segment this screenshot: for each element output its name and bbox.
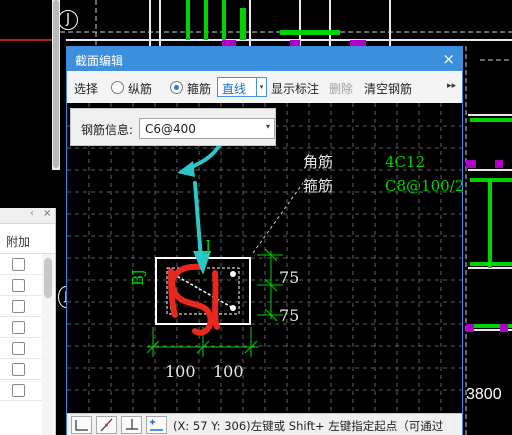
dialog-titlebar[interactable]: 截面编辑 × xyxy=(67,47,462,71)
table-row xyxy=(0,296,42,317)
select-button[interactable]: 选择 xyxy=(74,80,98,97)
dimension-bottom-right: 100 xyxy=(213,362,244,381)
rebar-info-label: 钢筋信息: xyxy=(81,123,134,137)
table-row xyxy=(0,338,42,359)
side-panel-scrollbar-thumb[interactable] xyxy=(44,258,52,298)
corner-rebar-value: 4C12 xyxy=(385,153,425,171)
section-drawing[interactable]: 角筋 4C12 箍筋 C8@100/2 J BJ 75 75 100 100 xyxy=(67,103,462,413)
dimension-bottom-left: 100 xyxy=(165,362,196,381)
close-icon[interactable]: × xyxy=(442,50,455,68)
background-dimension-text: 3800 xyxy=(466,386,502,403)
table-row xyxy=(0,317,42,338)
column-header-attach: 附加 xyxy=(6,235,31,249)
snap-mode-icon[interactable] xyxy=(121,416,142,434)
table-row xyxy=(0,359,42,380)
attach-checkbox[interactable] xyxy=(12,384,25,397)
attach-checkbox[interactable] xyxy=(12,279,25,292)
close-icon[interactable]: × xyxy=(43,208,51,219)
rebar-info-value[interactable]: C6@400 xyxy=(145,122,196,136)
rebar-info-dropdown[interactable]: C6@400 ▾ xyxy=(139,118,275,139)
chevron-down-icon[interactable]: ▾ xyxy=(266,122,270,131)
section-editor-dialog: 截面编辑 × 选择 纵筋 箍筋 直线 ▾ 显示标注 删除 清空钢筋 ▸▸ 角筋 … xyxy=(66,46,463,435)
dimension-right-bottom: 75 xyxy=(279,306,299,325)
corner-rebar xyxy=(230,271,236,277)
stirrup-radio-label[interactable]: 箍筋 xyxy=(187,80,211,97)
side-panel-column-header: 附加 xyxy=(0,224,55,254)
dynamic-input-icon[interactable] xyxy=(146,416,167,434)
cyan-arrow-annotations xyxy=(177,131,229,275)
stirrup-label: 箍筋 xyxy=(303,177,333,195)
screen: J J 3800 ‹ × 附加 截面编辑 × xyxy=(0,0,512,435)
attach-checkbox[interactable] xyxy=(12,342,25,355)
status-prompt-text: (X: 57 Y: 306)左键或 Shift+ 左键指定起点（可通过 xyxy=(173,419,444,433)
axis-label-j: J xyxy=(203,237,211,255)
line-mode-value: 直线 xyxy=(222,82,247,96)
dialog-statusbar: (X: 57 Y: 306)左键或 Shift+ 左键指定起点（可通过 xyxy=(67,413,462,435)
chevron-down-icon[interactable]: ▾ xyxy=(256,78,266,96)
left-scrollbar[interactable] xyxy=(52,0,60,170)
stirrup-value: C8@100/2 xyxy=(385,177,462,195)
delete-button[interactable]: 删除 xyxy=(329,80,353,97)
ortho-mode-icon[interactable] xyxy=(71,416,92,434)
longitudinal-radio[interactable] xyxy=(111,81,124,94)
table-row xyxy=(0,380,42,401)
dialog-title: 截面编辑 xyxy=(75,54,124,68)
line-mode-dropdown[interactable]: 直线 ▾ xyxy=(217,77,267,97)
show-annotation-button[interactable]: 显示标注 xyxy=(271,80,319,97)
corner-rebar-label: 角筋 xyxy=(303,153,333,171)
axis-label-bj: BJ xyxy=(129,269,147,286)
longitudinal-radio-label[interactable]: 纵筋 xyxy=(128,80,152,97)
pin-icon[interactable]: ‹ xyxy=(30,208,34,219)
stirrup-radio[interactable] xyxy=(170,81,183,94)
section-drawing-canvas[interactable]: 角筋 4C12 箍筋 C8@100/2 J BJ 75 75 100 100 钢… xyxy=(67,103,462,413)
attach-checkbox[interactable] xyxy=(12,300,25,313)
table-row xyxy=(0,254,42,275)
dialog-toolbar: 选择 纵筋 箍筋 直线 ▾ 显示标注 删除 清空钢筋 ▸▸ xyxy=(67,71,462,103)
side-panel-scrollbar[interactable] xyxy=(42,254,54,435)
polar-track-icon[interactable] xyxy=(96,416,117,434)
attach-checkbox[interactable] xyxy=(12,321,25,334)
table-row xyxy=(0,275,42,296)
clear-rebar-button[interactable]: 清空钢筋 xyxy=(364,80,412,97)
attach-checkbox[interactable] xyxy=(12,363,25,376)
dimension-right-top: 75 xyxy=(279,268,299,287)
left-scrollbar-thumb[interactable] xyxy=(53,0,59,168)
rebar-info-panel: 钢筋信息: C6@400 ▾ xyxy=(70,108,276,146)
grid-lines xyxy=(67,103,462,413)
axis-badge-top: J xyxy=(58,10,78,30)
annotation-leader-line xyxy=(252,182,304,254)
attach-checkbox[interactable] xyxy=(12,258,25,271)
properties-side-panel: ‹ × 附加 xyxy=(0,208,56,435)
side-panel-titlebar: ‹ × xyxy=(0,208,55,224)
more-icon[interactable]: ▸▸ xyxy=(447,81,456,91)
